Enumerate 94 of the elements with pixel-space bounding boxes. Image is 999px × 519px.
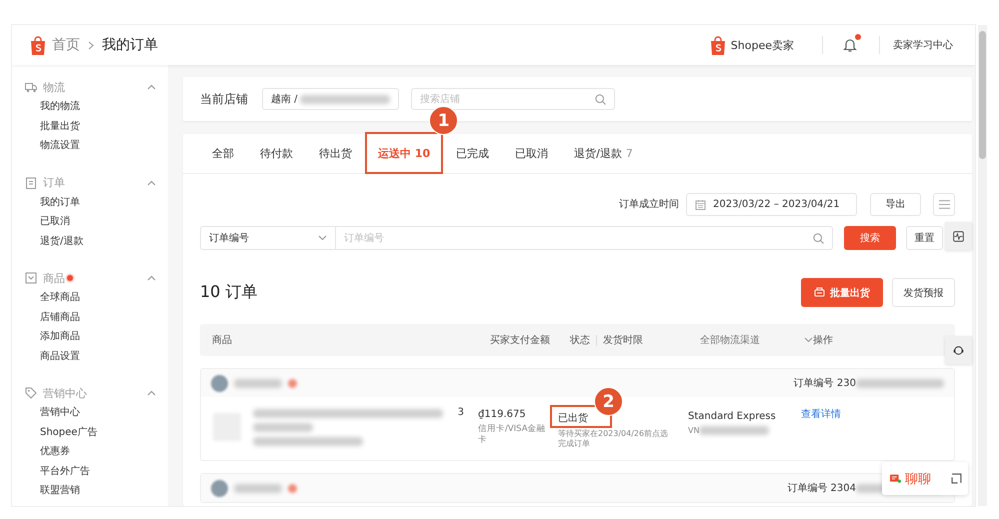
- tag-icon: [25, 387, 37, 399]
- sidebar-item[interactable]: 已取消: [12, 212, 168, 232]
- field-select[interactable]: 订单编号: [200, 226, 336, 250]
- chat-label[interactable]: 聊聊: [905, 470, 931, 488]
- sidebar-item[interactable]: 我的物流: [12, 97, 168, 116]
- order-count-title: 10 订单: [200, 282, 258, 303]
- placeholder-text: 订单编号: [344, 232, 385, 245]
- bell-icon[interactable]: [843, 37, 857, 53]
- store-name: 越南 /: [271, 92, 298, 106]
- chat-icon[interactable]: [890, 473, 901, 484]
- tab[interactable]: 运送中 10: [366, 134, 442, 173]
- view-details-link[interactable]: 查看详情: [801, 409, 841, 420]
- tab-count: 7: [626, 147, 633, 160]
- caret-up-icon[interactable]: [147, 180, 156, 186]
- chat-icon[interactable]: [288, 378, 297, 388]
- sidebar-item[interactable]: 营销中心: [12, 403, 168, 422]
- blurred-patch: [699, 426, 770, 435]
- shopping-bag-logo: [710, 36, 726, 54]
- caret-up-icon[interactable]: [147, 275, 156, 281]
- caret-down-icon: [318, 235, 327, 241]
- sidebar-item[interactable]: 物流设置: [12, 136, 168, 156]
- tab[interactable]: 已取消: [503, 134, 560, 173]
- sidebar-item[interactable]: 添加商品: [12, 327, 168, 346]
- avatar: [211, 374, 228, 392]
- headset-icon: [953, 344, 964, 356]
- tab[interactable]: 待出货: [307, 134, 364, 173]
- store-select[interactable]: 越南 /: [262, 88, 399, 110]
- chat-icon[interactable]: [288, 484, 297, 492]
- clipboard-icon: [25, 176, 37, 188]
- channel-filter[interactable]: 全部物流渠道: [700, 333, 813, 347]
- caret-up-icon[interactable]: [147, 84, 156, 90]
- date-range-field[interactable]: 2023/03/22 – 2023/04/21: [686, 192, 857, 216]
- column-header: 发货时限: [603, 334, 643, 347]
- payment-method: 信用卡/VISA金融卡: [478, 424, 547, 446]
- reset-button[interactable]: 重置: [906, 226, 943, 250]
- batch-ship-button[interactable]: 批量出货: [801, 278, 883, 307]
- chevron-right-icon: [88, 40, 94, 50]
- collapse-icon[interactable]: [951, 473, 962, 484]
- tab[interactable]: 全部: [200, 134, 246, 173]
- blurred-patch: [234, 378, 282, 388]
- placeholder-text: 搜索店铺: [420, 92, 461, 106]
- search-button[interactable]: 搜索: [844, 226, 896, 250]
- blurred-patch: [253, 423, 313, 432]
- caret-up-icon[interactable]: [147, 390, 156, 396]
- order-number: 订单编号 2304: [787, 482, 856, 495]
- pulse-icon: [953, 230, 964, 242]
- tracking-number: VN: [688, 426, 700, 435]
- monitor-button[interactable]: [945, 222, 972, 250]
- learning-center-link[interactable]: 卖家学习中心: [893, 38, 953, 52]
- sidebar-item[interactable]: 联盟营销: [12, 481, 168, 500]
- shipping-channel: Standard Express: [688, 411, 777, 422]
- sidebar-item[interactable]: 我的订单: [12, 192, 168, 212]
- sidebar-item[interactable]: Shopee广告: [12, 422, 168, 442]
- sidebar-item[interactable]: 优惠券: [12, 442, 168, 462]
- search-icon[interactable]: [595, 94, 606, 104]
- calendar-icon: [695, 198, 706, 210]
- tab[interactable]: 已完成: [444, 134, 502, 173]
- truck-icon: [25, 81, 37, 93]
- status-note: 等待买家在2023/04/26前点选完成订单: [558, 429, 670, 450]
- column-header: 商品: [212, 334, 233, 347]
- forecast-button[interactable]: 发货预报: [892, 278, 955, 307]
- breadcrumb-item[interactable]: 首页: [52, 36, 80, 54]
- tab[interactable]: 待付款: [248, 134, 305, 173]
- list-menu-button[interactable]: [933, 192, 955, 216]
- breadcrumb-item: 我的订单: [102, 36, 158, 54]
- printer-icon: [814, 287, 825, 298]
- amount: ₫119.675: [478, 409, 526, 420]
- column-header: 状态: [570, 334, 590, 347]
- scrollbar[interactable]: [978, 25, 987, 506]
- sidebar-item[interactable]: 平台外广告: [12, 462, 168, 481]
- avatar: [211, 480, 228, 496]
- store-label: 当前店铺: [200, 90, 248, 108]
- sidebar-item[interactable]: 全球商品: [12, 288, 168, 308]
- brand-name: Shopee卖家: [730, 38, 794, 52]
- sidebar-item[interactable]: 商品设置: [12, 346, 168, 366]
- shopping-bag-logo[interactable]: [30, 36, 46, 54]
- menu-icon: [938, 198, 950, 210]
- blurred-patch: [234, 484, 282, 492]
- export-button[interactable]: 导出: [870, 192, 921, 216]
- column-header: 操作: [813, 334, 834, 347]
- quantity: 3: [458, 407, 464, 418]
- caret-down-icon: [804, 337, 813, 343]
- sidebar-item[interactable]: 批量出货: [12, 116, 168, 136]
- step-number: 2: [594, 387, 623, 416]
- column-header: 买家支付金额: [490, 334, 551, 347]
- date-label: 订单成立时间: [619, 198, 679, 211]
- order-number: 订单编号 230: [794, 376, 856, 390]
- order-status: 已出货: [558, 412, 589, 425]
- sidebar-item[interactable]: 退货/退款: [12, 232, 168, 251]
- box-icon: [25, 272, 37, 284]
- search-icon: [813, 232, 824, 244]
- support-button[interactable]: [945, 336, 972, 364]
- tab[interactable]: 退货/退款 7: [562, 134, 645, 173]
- sidebar-item[interactable]: 店铺商品: [12, 308, 168, 327]
